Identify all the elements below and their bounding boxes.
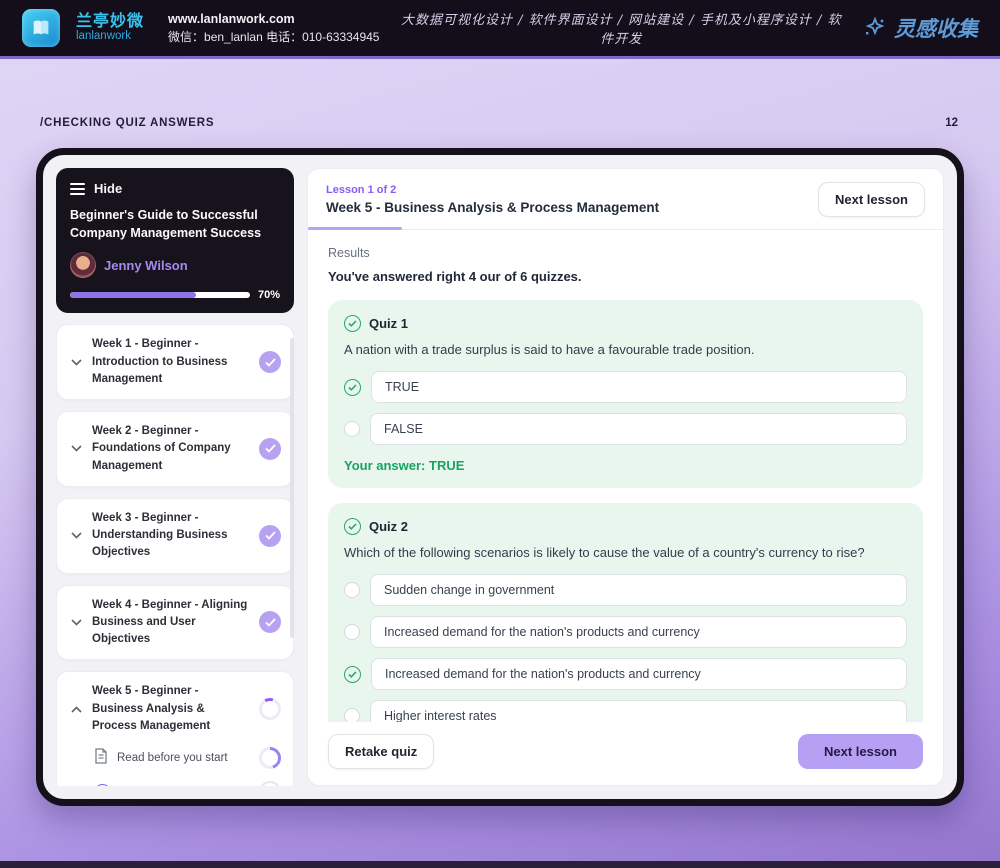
sidebar-subitem-read-before[interactable]: Read before you start: [69, 747, 281, 769]
subitem-label: Read before you start: [117, 752, 228, 764]
lesson-panel: Lesson 1 of 2 Week 5 - Business Analysis…: [307, 168, 944, 786]
course-progress: 70%: [70, 289, 280, 301]
progress-track: [70, 292, 250, 299]
radio-empty-icon: [344, 708, 360, 722]
brand-name: 兰亭妙微 lanlanwork: [76, 13, 144, 43]
radio-empty-icon: [344, 421, 360, 437]
option-text[interactable]: FALSE: [370, 413, 907, 445]
brand-name-cn: 兰亭妙微: [76, 12, 145, 30]
option-text[interactable]: Higher interest rates: [370, 700, 907, 722]
top-banner: 兰亭妙微 lanlanwork www.lanlanwork.com 微信：be…: [0, 0, 1000, 59]
chevron-down-icon: [69, 615, 83, 629]
sidebar-item-label: Week 1 - Beginner - Introduction to Busi…: [92, 338, 228, 385]
option-text[interactable]: TRUE: [371, 371, 907, 403]
quiz2-option-1[interactable]: Sudden change in government: [344, 574, 907, 606]
sidebar-item-week2[interactable]: Week 2 - Beginner - Foundations of Compa…: [56, 411, 294, 487]
quiz-title: Quiz 2: [369, 519, 409, 534]
inspiration-collection: 灵感收集: [863, 13, 978, 43]
selected-answer-icon: [344, 665, 361, 683]
menu-icon: [70, 182, 85, 195]
option-text[interactable]: Increased demand for the nation's produc…: [370, 616, 907, 648]
sidebar-scrollbar[interactable]: [290, 338, 294, 638]
quiz2-card: Quiz 2 Which of the following scenarios …: [328, 503, 923, 722]
course-title: Beginner's Guide to Successful Company M…: [70, 208, 262, 241]
results-label: Results: [328, 246, 370, 260]
check-complete-icon: [259, 611, 281, 634]
next-lesson-top-button[interactable]: Next lesson: [818, 182, 925, 217]
sidebar-item-label: Week 4 - Beginner - Aligning Business an…: [92, 598, 248, 646]
progress-ring-icon: [259, 698, 281, 721]
option-text[interactable]: Increased demand for the nation's produc…: [371, 658, 907, 690]
services-tagline: 大数据可视化设计 / 软件界面设计 / 网站建设 / 手机及小程序设计 / 软件…: [400, 13, 842, 47]
results-section: Results You've answered right 4 our of 6…: [308, 230, 943, 722]
user-name: Jenny Wilson: [104, 257, 188, 273]
question-icon: ?: [94, 783, 111, 786]
collection-label: 灵感收集: [894, 16, 978, 41]
quiz1-option-true[interactable]: TRUE: [344, 371, 907, 403]
quiz-correct-icon: [344, 518, 361, 535]
sidebar-item-week1[interactable]: Week 1 - Beginner - Introduction to Busi…: [56, 324, 294, 400]
quiz-title: Quiz 1: [369, 316, 409, 331]
progress-fill: [70, 292, 196, 299]
contact-block: www.lanlanwork.com 微信：ben_lanlan 电话：010-…: [168, 12, 379, 44]
page-number: 12: [945, 117, 958, 129]
selected-answer-icon: [344, 378, 361, 396]
hide-sidebar-button[interactable]: Hide: [70, 181, 280, 196]
sidebar-item-label: Week 2 - Beginner - Foundations of Compa…: [92, 425, 231, 472]
lesson-count-label: Lesson 1 of 2: [326, 184, 397, 196]
progress-ring-icon: [259, 747, 281, 769]
next-lesson-button[interactable]: Next lesson: [798, 734, 923, 769]
contact-info: 微信：ben_lanlan 电话：010-63334945: [168, 29, 380, 44]
quiz2-option-2[interactable]: Increased demand for the nation's produc…: [344, 616, 907, 648]
quiz-correct-icon: [344, 315, 361, 332]
brand-name-en: lanlanwork: [76, 30, 131, 43]
sidebar-item-label: Week 5 - Beginner - Business Analysis & …: [92, 685, 211, 732]
chevron-down-icon: [69, 529, 83, 543]
progress-percent: 70%: [257, 289, 280, 302]
bottom-strip: [0, 861, 1000, 868]
sidebar-item-week4[interactable]: Week 4 - Beginner - Aligning Business an…: [56, 584, 294, 661]
lesson-title: Week 5 - Business Analysis & Process Man…: [326, 200, 660, 215]
app-window: Hide Beginner's Guide to Successful Comp…: [36, 148, 964, 806]
quiz-question: A nation with a trade surplus is said to…: [344, 342, 755, 357]
active-tab-indicator: [308, 227, 402, 230]
check-complete-icon: [259, 437, 281, 460]
lesson-header: Lesson 1 of 2 Week 5 - Business Analysis…: [308, 169, 943, 230]
check-complete-icon: [259, 524, 281, 547]
your-answer-text: Your answer: TRUE: [344, 458, 465, 473]
sidebar-item-week3[interactable]: Week 3 - Beginner - Understanding Busine…: [56, 497, 294, 574]
results-summary: You've answered right 4 our of 6 quizzes…: [328, 269, 582, 284]
website-url: www.lanlanwork.com: [168, 11, 295, 26]
course-sidebar: Hide Beginner's Guide to Successful Comp…: [56, 168, 294, 786]
avatar: [70, 252, 96, 279]
option-text[interactable]: Sudden change in government: [370, 574, 907, 606]
quiz2-option-4[interactable]: Higher interest rates: [344, 700, 907, 722]
quiz1-card: Quiz 1 A nation with a trade surplus is …: [328, 300, 923, 488]
sidebar-item-label: Week 3 - Beginner - Understanding Busine…: [92, 511, 228, 559]
sidebar-item-week5[interactable]: Week 5 - Beginner - Business Analysis & …: [56, 671, 294, 786]
sparkle-star-icon: [865, 16, 885, 36]
radio-empty-icon: [344, 624, 360, 640]
quiz-question: Which of the following scenarios is like…: [344, 545, 865, 560]
radio-empty-icon: [344, 582, 360, 598]
chevron-up-icon: [69, 702, 83, 716]
sidebar-subitem-lesson1-module1[interactable]: ? Lesson1_Module1: [69, 781, 281, 786]
chevron-down-icon: [69, 442, 83, 456]
empty-status-icon: [259, 781, 281, 786]
page-title: /CHECKING QUIZ ANSWERS: [40, 117, 215, 129]
chevron-down-icon: [69, 355, 83, 369]
quiz-footer: Retake quiz Next lesson: [308, 722, 943, 785]
document-icon: [94, 747, 108, 769]
quiz2-option-3[interactable]: Increased demand for the nation's produc…: [344, 658, 907, 690]
check-complete-icon: [259, 351, 281, 374]
lanlanwork-logo-icon: [22, 9, 60, 47]
hide-label: Hide: [94, 181, 123, 196]
course-header-card: Hide Beginner's Guide to Successful Comp…: [56, 168, 294, 314]
quiz1-option-false[interactable]: FALSE: [344, 413, 907, 445]
retake-quiz-button[interactable]: Retake quiz: [328, 734, 435, 769]
